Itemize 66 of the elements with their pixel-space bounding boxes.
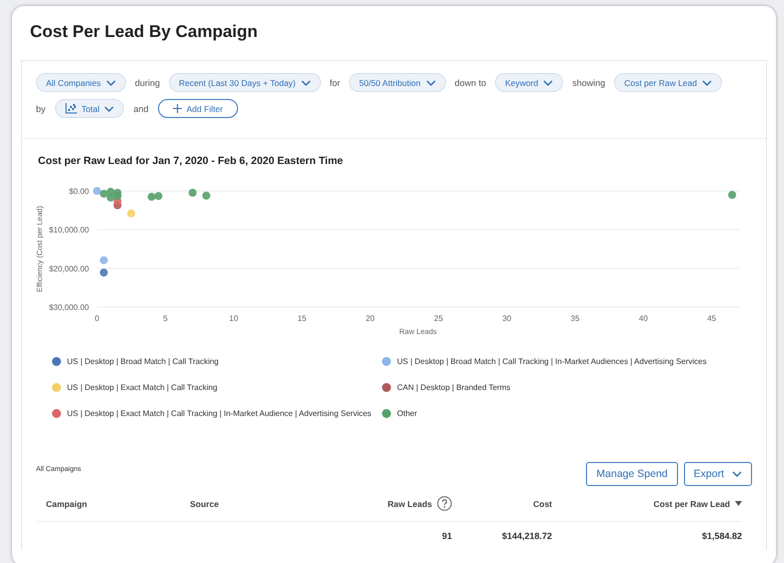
- filter-dropdown[interactable]: All Companies: [36, 73, 126, 92]
- data-point: [148, 192, 156, 201]
- column-header[interactable]: Source: [190, 498, 219, 508]
- data-point: [100, 190, 108, 198]
- data-point: [202, 192, 210, 200]
- legend-label: Other: [397, 409, 418, 418]
- manage-spend-button[interactable]: Manage Spend: [586, 462, 678, 486]
- data-point: [728, 190, 736, 199]
- x-tick-label: 45: [707, 314, 716, 323]
- chevron-down-icon: [702, 80, 712, 86]
- filter-connector: by: [36, 104, 46, 114]
- legend-label: US | Desktop | Broad Match | Call Tracking: [67, 357, 219, 366]
- x-tick-label: 25: [434, 314, 443, 323]
- chevron-down-icon: [732, 471, 742, 477]
- chevron-down-icon: [104, 106, 114, 112]
- filter-connector: for: [330, 78, 340, 88]
- chevron-down-icon: [300, 80, 311, 86]
- column-header[interactable]: Raw Leads: [388, 498, 432, 508]
- chevron-down-icon: [426, 80, 436, 86]
- x-tick-label: 15: [297, 314, 306, 323]
- help-icon[interactable]: [437, 496, 452, 511]
- y-tick-label: $0.00: [68, 187, 89, 196]
- x-tick-label: 0: [94, 314, 100, 323]
- legend-label: CAN | Desktop | Branded Terms: [397, 383, 510, 392]
- sort-descending-icon[interactable]: [735, 501, 742, 506]
- filter-connector: during: [134, 78, 160, 88]
- data-point: [154, 192, 162, 200]
- data-point: [188, 188, 197, 197]
- y-tick-label: $30,000.00: [48, 303, 89, 312]
- x-tick-label: 5: [163, 314, 168, 323]
- column-header[interactable]: Cost: [533, 498, 552, 508]
- page-title: Cost Per Lead By Campaign: [30, 21, 258, 43]
- data-point: [100, 256, 108, 264]
- filter-dropdown[interactable]: Recent (Last 30 Days + Today): [168, 73, 321, 92]
- column-header[interactable]: Campaign: [46, 498, 88, 508]
- add-filter-button[interactable]: Add Filter: [158, 99, 238, 118]
- x-tick-label: 20: [366, 314, 375, 323]
- filter-dropdown[interactable]: Total: [54, 99, 124, 118]
- scatter-chart-icon: [64, 103, 77, 114]
- chart-title: Cost per Raw Lead for Jan 7, 2020 - Feb 6, 2020 Eastern Time: [38, 155, 344, 167]
- data-point: [106, 194, 115, 202]
- data-point: [127, 209, 136, 218]
- filter-dropdown[interactable]: Cost per Raw Lead: [614, 73, 722, 92]
- filter-connector: showing: [572, 78, 606, 88]
- x-tick-label: 40: [638, 314, 648, 323]
- filter-connector: and: [133, 104, 149, 114]
- export-dropdown-button[interactable]: Export: [684, 462, 752, 486]
- y-tick-label: $10,000.00: [48, 226, 89, 235]
- chevron-down-icon: [106, 80, 116, 86]
- y-tick-label: $20,000.00: [48, 264, 89, 274]
- data-point: [100, 268, 108, 277]
- total-cell: $144,218.72: [502, 531, 552, 541]
- chevron-down-icon: [543, 80, 554, 86]
- column-header[interactable]: Cost per Raw Lead: [653, 498, 730, 508]
- legend-label: US | Desktop | Broad Match | Call Tracking | In-Market Audiences | Advertising Services: [397, 357, 707, 366]
- filter-connector: down to: [454, 78, 486, 88]
- filter-dropdown[interactable]: 50/50 Attribution: [349, 73, 446, 92]
- total-cell: $1,584.82: [702, 531, 742, 541]
- legend-label: US | Desktop | Exact Match | Call Tracking: [67, 383, 218, 392]
- x-tick-label: 10: [229, 314, 238, 323]
- x-tick-label: 30: [502, 314, 512, 323]
- x-tick-label: 35: [570, 314, 580, 323]
- legend-label: US | Desktop | Exact Match | Call Tracking | In-Market Audience | Advertising Services: [67, 409, 372, 418]
- total-cell: 91: [442, 531, 452, 541]
- plus-icon: [172, 104, 182, 113]
- filter-dropdown[interactable]: Keyword: [495, 73, 564, 92]
